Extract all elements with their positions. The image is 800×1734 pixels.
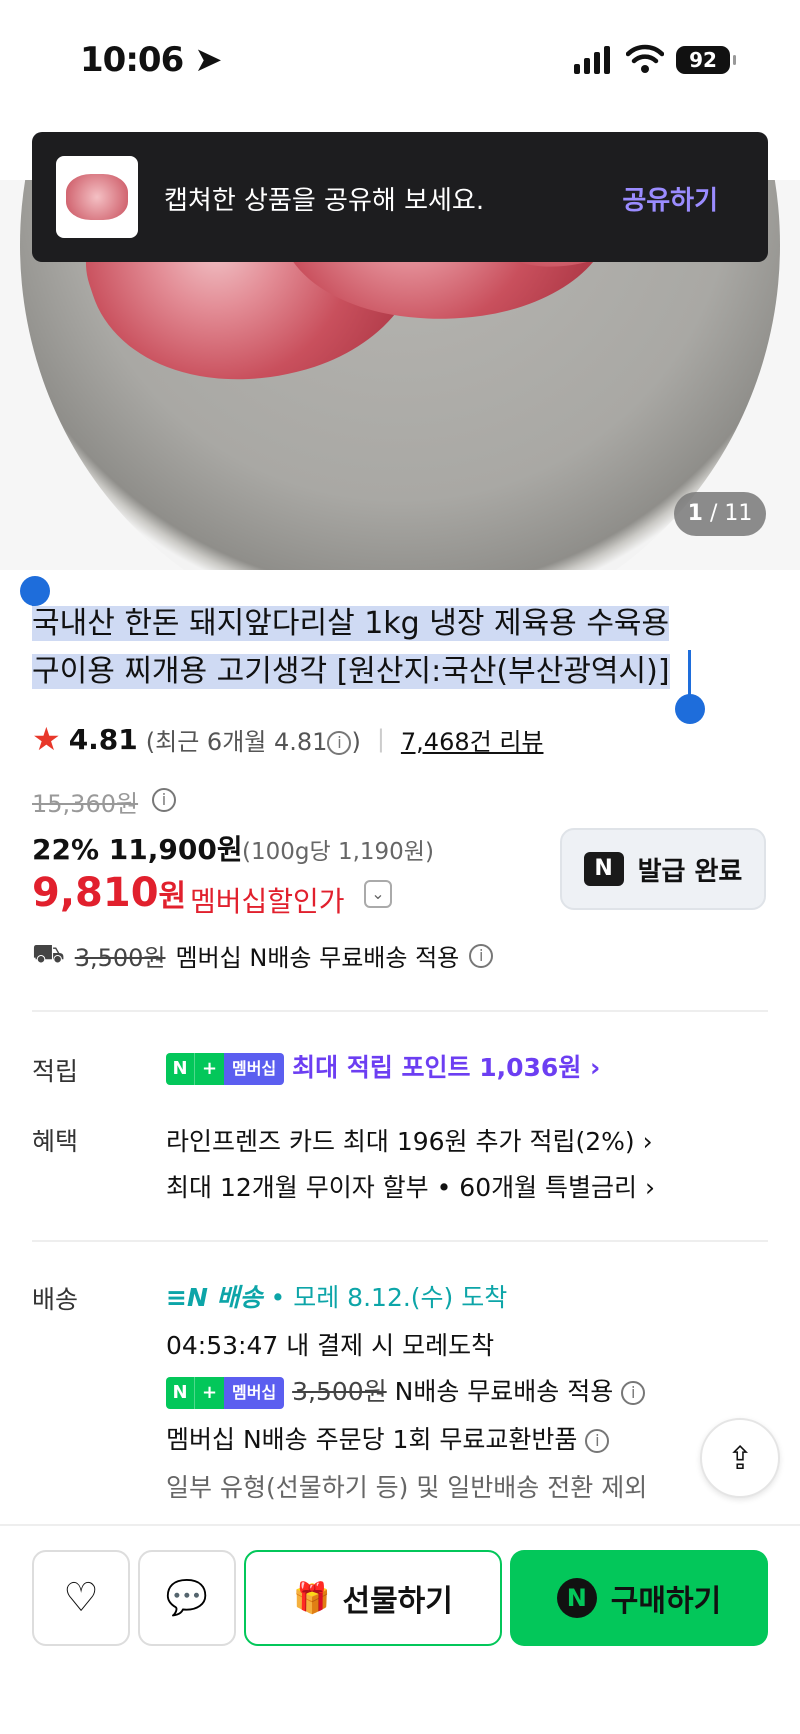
naver-pay-icon: N <box>556 1578 597 1618</box>
chevron-down-icon[interactable]: ⌄ <box>364 880 392 908</box>
buy-button[interactable]: N 구매하기 <box>510 1550 768 1646</box>
info-icon[interactable]: i <box>152 788 176 812</box>
toast-thumbnail <box>56 156 138 238</box>
delivery-arrival: ≡N 배송 • 모레 8.12.(수) 도착 <box>166 1278 507 1314</box>
discount-rate: 22% <box>32 833 100 866</box>
toast-share-button[interactable]: 공유하기 <box>622 180 718 217</box>
n-delivery-icon: ≡N 배송 <box>166 1283 263 1312</box>
naver-plus-membership-badge: N + 멤버십 <box>166 1377 285 1409</box>
points-label: 적립 <box>32 1057 79 1086</box>
cellular-signal-icon <box>574 46 610 74</box>
product-title: 국내산 한돈 돼지앞다리살 1kg 냉장 제육용 수육용 구이용 찌개용 고기생… <box>32 600 692 696</box>
bottom-action-bar: ♡ 💬 🎁 선물하기 N 구매하기 <box>0 1524 800 1734</box>
wifi-icon <box>626 44 664 73</box>
rating-recent: (최근 6개월 4.81 i) <box>145 727 361 756</box>
truck-icon: ⛟ <box>32 938 65 969</box>
info-icon[interactable]: i <box>621 1381 646 1405</box>
benefit-card-link[interactable]: 라인프렌즈 카드 최대 196원 추가 적립(2%) › <box>166 1122 653 1158</box>
delivery-exclusion: 일부 유형(선물하기 등) 및 일반배송 전환 제외 <box>166 1473 648 1502</box>
naver-plus-membership-badge: N + 멤버십 <box>166 1053 285 1085</box>
status-bar: 10:06 ➤ 92 <box>0 0 800 110</box>
sale-price: 11,900원 <box>108 833 243 866</box>
exchange-info: 멤버십 N배송 주문당 1회 무료교환반품 i <box>166 1420 610 1456</box>
toast-message: 캡쳐한 상품을 공유해 보세요. <box>164 186 485 216</box>
info-icon[interactable]: i <box>469 943 494 968</box>
section-divider <box>32 1240 768 1242</box>
benefits-label: 혜택 <box>32 1127 79 1156</box>
status-time: 10:06 ➤ <box>80 40 223 80</box>
delivery-label: 배송 <box>32 1285 79 1314</box>
battery-indicator: 92 <box>676 46 736 74</box>
gift-label: 선물하기 <box>342 1584 453 1619</box>
selection-end-line <box>688 650 691 700</box>
rating-row: ★ 4.81 (최근 6개월 4.81 i) | 7,468건 리뷰 <box>32 720 543 758</box>
info-icon[interactable]: i <box>585 1429 610 1453</box>
member-price: 9,810원 <box>32 870 187 916</box>
star-icon: ★ <box>32 720 61 758</box>
selection-end-handle[interactable] <box>675 694 705 724</box>
coupon-issued-button[interactable]: N 발급 완료 <box>560 828 766 910</box>
share-icon: ⇪ <box>726 1439 754 1477</box>
unit-price: (100g당 1,190원) <box>242 839 434 865</box>
delivery-fee: 3,500원 <box>292 1377 387 1406</box>
buy-label: 구매하기 <box>610 1584 722 1619</box>
heart-icon: ♡ <box>63 1575 99 1621</box>
gift-icon: 🎁 <box>293 1580 331 1616</box>
product-title-line1: 국내산 한돈 돼지앞다리살 1kg 냉장 제육용 수육용 <box>32 606 670 641</box>
shipping-text: 멤버십 N배송 무료배송 적용 <box>175 944 460 972</box>
shipping-summary: ⛟ 3,500원 멤버십 N배송 무료배송 적용 i <box>32 938 494 973</box>
review-count-link[interactable]: 7,468건 리뷰 <box>401 722 544 757</box>
chat-button[interactable]: 💬 <box>138 1550 236 1646</box>
divider: | <box>376 725 385 753</box>
shipping-fee: 3,500원 <box>74 944 166 972</box>
coupon-issued-label: 발급 완료 <box>637 856 743 887</box>
member-price-label: 멤버십할인가 <box>190 885 345 918</box>
delivery-deadline: 04:53:47 내 결제 시 모레도착 <box>166 1331 495 1360</box>
chat-bubble-icon: 💬 <box>165 1578 209 1618</box>
rating-score: 4.81 <box>68 722 138 756</box>
naver-n-icon: N <box>583 852 624 886</box>
delivery-fee-row: N + 멤버십 3,500원 N배송 무료배송 적용 i <box>166 1372 646 1409</box>
info-icon[interactable]: i <box>327 730 352 755</box>
section-divider <box>32 1010 768 1012</box>
max-points-text: 최대 적립 포인트 1,036원 › <box>292 1053 601 1082</box>
share-button[interactable]: ⇪ <box>700 1418 780 1498</box>
gallery-pager: 1 / 11 <box>674 492 766 536</box>
points-row[interactable]: N + 멤버십 최대 적립 포인트 1,036원 › <box>166 1048 600 1085</box>
product-title-line2: 구이용 찌개용 고기생각 [원산지:국산(부산광역시)] <box>32 654 670 689</box>
arrival-date: • 모레 8.12.(수) 도착 <box>270 1283 508 1312</box>
original-price: 15,360원 <box>32 790 139 818</box>
discount-price: 22% 11,900원 <box>32 828 243 868</box>
gift-button[interactable]: 🎁 선물하기 <box>244 1550 502 1646</box>
share-toast: 캡쳐한 상품을 공유해 보세요. 공유하기 <box>32 132 768 262</box>
wishlist-button[interactable]: ♡ <box>32 1550 130 1646</box>
benefit-installment-link[interactable]: 최대 12개월 무이자 할부 • 60개월 특별금리 › <box>166 1168 655 1204</box>
